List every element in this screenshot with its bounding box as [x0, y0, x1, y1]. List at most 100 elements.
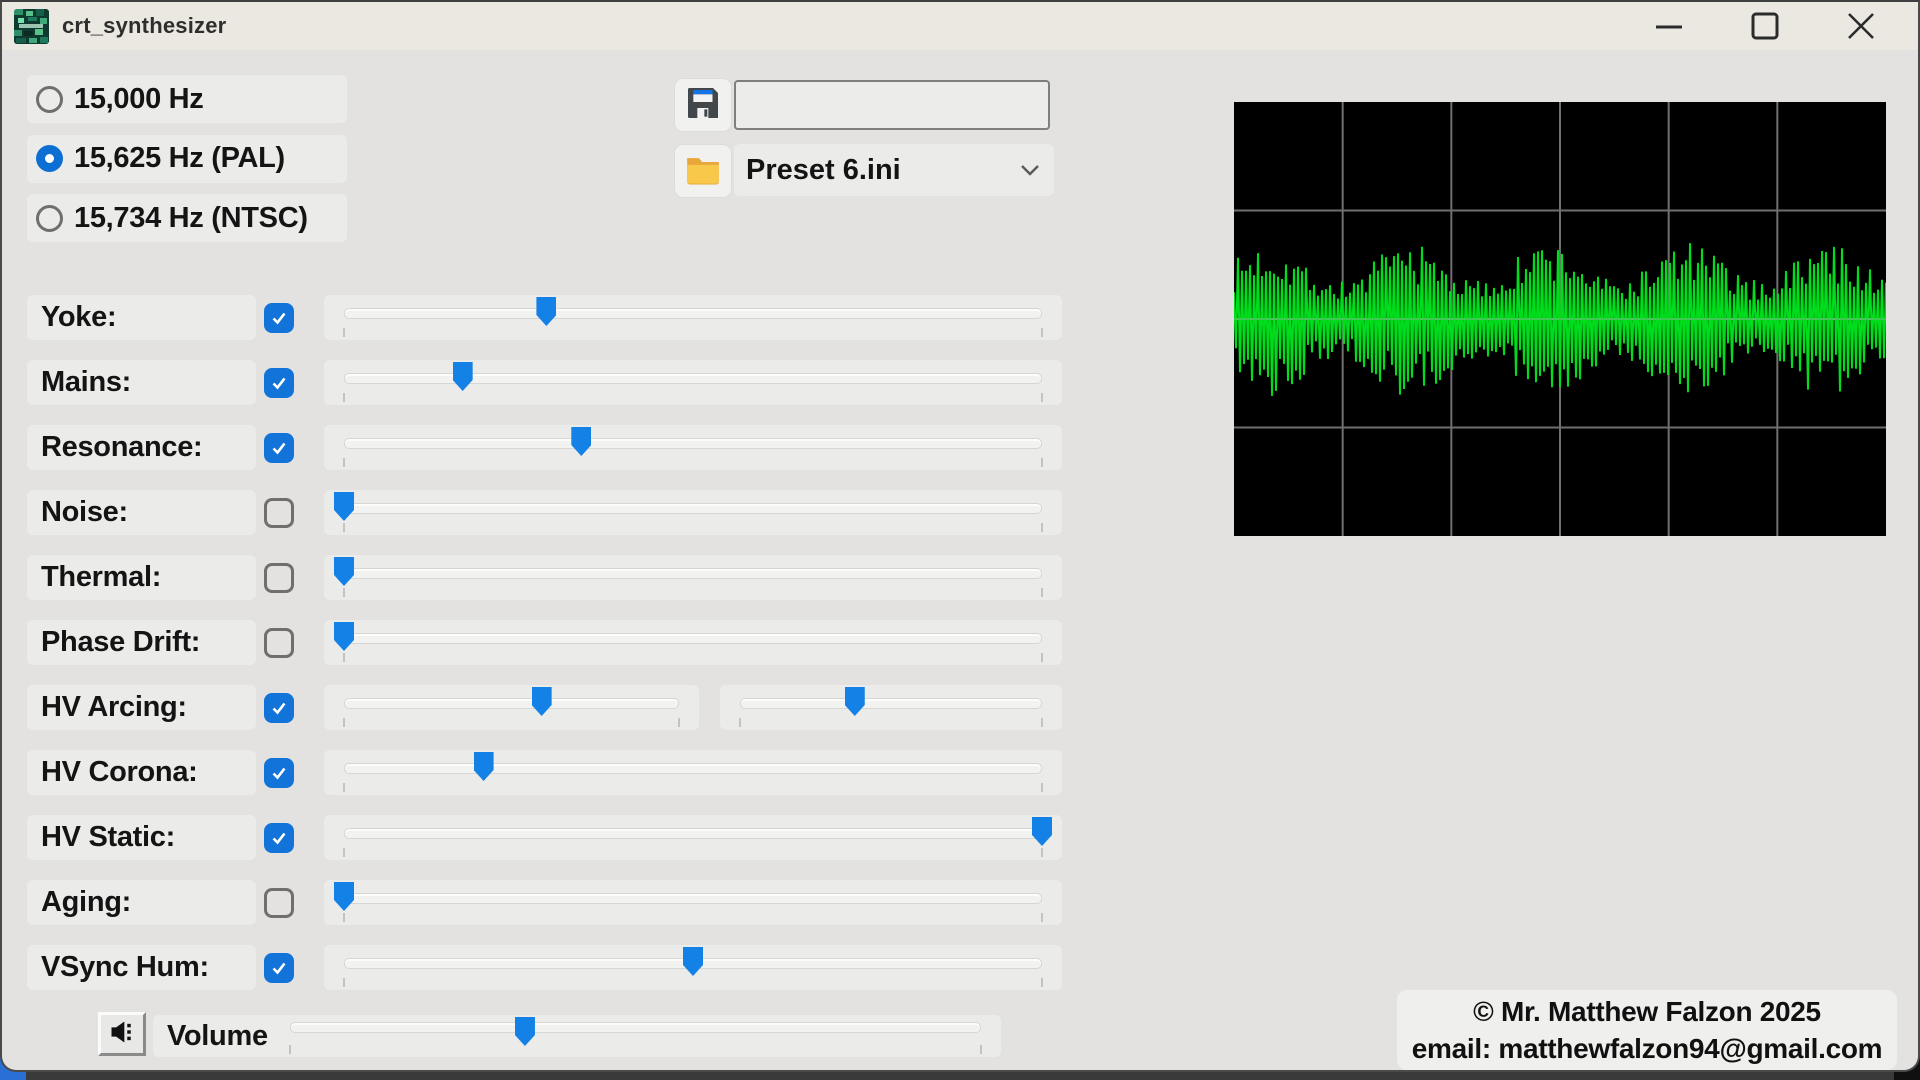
- slider-track[interactable]: [344, 568, 1042, 579]
- slider-thumb[interactable]: [474, 752, 494, 781]
- channel-label-yoke: Yoke:: [27, 295, 256, 340]
- slider-tick: [1041, 393, 1043, 402]
- slider-tick: [289, 1045, 291, 1054]
- slider-track[interactable]: [344, 698, 679, 709]
- slider-vsync-hum[interactable]: [324, 945, 1062, 990]
- slider-hv-arcing-2[interactable]: [720, 685, 1062, 730]
- slider-aging[interactable]: [324, 880, 1062, 925]
- chevron-down-icon: [1020, 164, 1040, 182]
- open-preset-button[interactable]: [674, 144, 732, 198]
- slider-resonance[interactable]: [324, 425, 1062, 470]
- slider-tick: [343, 978, 345, 987]
- slider-track[interactable]: [344, 893, 1042, 904]
- slider-track[interactable]: [344, 373, 1042, 384]
- slider-track[interactable]: [344, 763, 1042, 774]
- slider-tick: [343, 913, 345, 922]
- slider-thumb[interactable]: [453, 362, 473, 391]
- maximize-icon[interactable]: [1730, 2, 1800, 50]
- slider-hv-corona[interactable]: [324, 750, 1062, 795]
- checkbox-hv-static[interactable]: [264, 823, 294, 853]
- slider-phase-drift[interactable]: [324, 620, 1062, 665]
- frequency-option-15-625-hz-pal[interactable]: 15,625 Hz (PAL): [27, 135, 347, 183]
- slider-thumb[interactable]: [536, 297, 556, 326]
- slider-thumb[interactable]: [1032, 817, 1052, 846]
- floppy-disk-icon: [683, 83, 723, 128]
- slider-track[interactable]: [344, 503, 1042, 514]
- slider-tick: [1041, 718, 1043, 727]
- slider-track[interactable]: [344, 633, 1042, 644]
- slider-tick: [1041, 913, 1043, 922]
- radio-unselected-icon[interactable]: [36, 86, 63, 113]
- slider-tick: [1041, 523, 1043, 532]
- radio-unselected-icon[interactable]: [36, 205, 63, 232]
- preset-filename-input[interactable]: [734, 80, 1050, 130]
- slider-tick: [678, 718, 680, 727]
- minimize-icon[interactable]: [1634, 2, 1704, 50]
- checkbox-aging[interactable]: [264, 888, 294, 918]
- slider-hv-static[interactable]: [324, 815, 1062, 860]
- footer-credit: © Mr. Matthew Falzon 2025 email: matthew…: [1397, 990, 1897, 1070]
- checkbox-hv-arcing[interactable]: [264, 693, 294, 723]
- channel-label-resonance: Resonance:: [27, 425, 256, 470]
- frequency-option-label: 15,625 Hz (PAL): [74, 142, 285, 175]
- email-text: email: matthewfalzon94@gmail.com: [1412, 1030, 1883, 1067]
- checkbox-phase-drift[interactable]: [264, 628, 294, 658]
- slider-tick: [1041, 458, 1043, 467]
- slider-thumb[interactable]: [334, 622, 354, 651]
- slider-track[interactable]: [290, 1022, 981, 1033]
- frequency-option-15-734-hz-ntsc[interactable]: 15,734 Hz (NTSC): [27, 194, 347, 242]
- channel-label-mains: Mains:: [27, 360, 256, 405]
- slider-tick: [1041, 328, 1043, 337]
- slider-thumb[interactable]: [571, 427, 591, 456]
- slider-yoke[interactable]: [324, 295, 1062, 340]
- slider-thumb[interactable]: [334, 882, 354, 911]
- slider-tick: [343, 718, 345, 727]
- slider-tick: [1041, 848, 1043, 857]
- close-icon[interactable]: [1826, 2, 1896, 50]
- app-icon: [14, 9, 49, 44]
- slider-thumb[interactable]: [515, 1017, 535, 1046]
- checkbox-noise[interactable]: [264, 498, 294, 528]
- save-preset-button[interactable]: [674, 78, 732, 132]
- frequency-option-15-000-hz[interactable]: 15,000 Hz: [27, 75, 347, 123]
- preset-dropdown-value: Preset 6.ini: [746, 154, 901, 187]
- frequency-option-label: 15,000 Hz: [74, 83, 204, 116]
- title-bar: crt_synthesizer: [2, 2, 1918, 50]
- slider-track[interactable]: [740, 698, 1042, 709]
- slider-tick: [343, 458, 345, 467]
- checkbox-yoke[interactable]: [264, 303, 294, 333]
- checkbox-resonance[interactable]: [264, 433, 294, 463]
- mute-button[interactable]: [98, 1012, 146, 1056]
- channel-label-noise: Noise:: [27, 490, 256, 535]
- slider-thumb[interactable]: [683, 947, 703, 976]
- checkbox-hv-corona[interactable]: [264, 758, 294, 788]
- channel-label-hv-corona: HV Corona:: [27, 750, 256, 795]
- slider-tick: [343, 588, 345, 597]
- oscilloscope-display: [1234, 102, 1886, 536]
- slider-tick: [1041, 653, 1043, 662]
- slider-tick: [343, 653, 345, 662]
- volume-slider[interactable]: [270, 1015, 1001, 1057]
- channel-label-hv-arcing: HV Arcing:: [27, 685, 256, 730]
- slider-track[interactable]: [344, 308, 1042, 319]
- slider-tick: [1041, 588, 1043, 597]
- slider-mains[interactable]: [324, 360, 1062, 405]
- preset-dropdown[interactable]: Preset 6.ini: [734, 144, 1054, 196]
- slider-thumb[interactable]: [845, 687, 865, 716]
- channel-label-vsync-hum: VSync Hum:: [27, 945, 256, 990]
- checkbox-mains[interactable]: [264, 368, 294, 398]
- slider-hv-arcing-1[interactable]: [324, 685, 699, 730]
- slider-track[interactable]: [344, 828, 1042, 839]
- slider-noise[interactable]: [324, 490, 1062, 535]
- radio-selected-icon[interactable]: [36, 145, 63, 172]
- checkbox-vsync-hum[interactable]: [264, 953, 294, 983]
- checkbox-thermal[interactable]: [264, 563, 294, 593]
- volume-label: Volume:: [153, 1015, 279, 1057]
- slider-thumb[interactable]: [334, 557, 354, 586]
- channel-label-phase-drift: Phase Drift:: [27, 620, 256, 665]
- folder-icon: [683, 149, 723, 194]
- slider-thumb[interactable]: [334, 492, 354, 521]
- slider-track[interactable]: [344, 438, 1042, 449]
- slider-thermal[interactable]: [324, 555, 1062, 600]
- slider-thumb[interactable]: [532, 687, 552, 716]
